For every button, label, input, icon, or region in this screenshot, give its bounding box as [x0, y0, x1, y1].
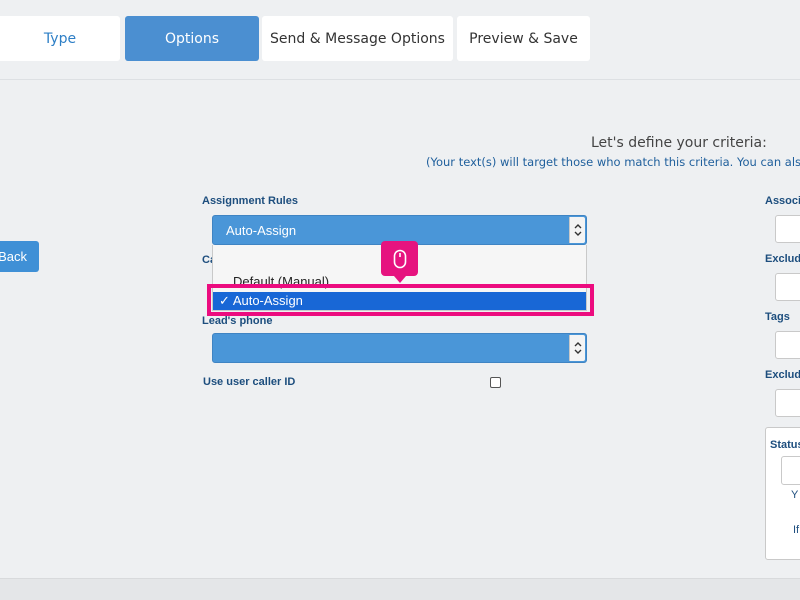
associ-label: Associ — [765, 195, 800, 207]
chevron-updown-icon — [569, 217, 585, 243]
leads-phone-label: Lead's phone — [202, 315, 273, 327]
tab-type[interactable]: Type — [0, 16, 120, 61]
tab-preview-save[interactable]: Preview & Save — [457, 16, 590, 61]
exclude-label-1: Exclud — [765, 253, 800, 265]
mouse-click-icon — [381, 241, 418, 283]
assignment-rules-value: Auto-Assign — [226, 222, 297, 238]
exclude-field-1[interactable] — [775, 273, 800, 301]
assignment-rules-label: Assignment Rules — [202, 195, 298, 207]
status-field[interactable] — [781, 456, 800, 485]
status-panel-text-if: If — [793, 524, 800, 536]
status-panel-text-y: Y — [791, 489, 799, 501]
associ-field[interactable] — [775, 215, 800, 243]
use-caller-id-checkbox[interactable] — [490, 377, 501, 388]
use-caller-id-label: Use user caller ID — [203, 376, 296, 388]
tab-options[interactable]: Options — [125, 16, 259, 61]
selection-highlight — [207, 284, 594, 316]
footer-band — [0, 578, 800, 600]
back-button[interactable]: Back — [0, 241, 39, 272]
criteria-heading: Let's define your criteria: — [591, 135, 767, 151]
status-label: Status — [770, 439, 800, 451]
wizard-tab-bar: Type Options Send & Message Options Prev… — [0, 0, 800, 80]
status-panel: Status Y If — [765, 427, 800, 560]
tab-send-message-options[interactable]: Send & Message Options — [262, 16, 453, 61]
tags-field[interactable] — [775, 331, 800, 359]
leads-phone-select[interactable] — [212, 333, 587, 363]
criteria-subheading: (Your text(s) will target those who matc… — [426, 155, 800, 169]
exclude-field-2[interactable] — [775, 389, 800, 417]
exclude-label-2: Exclud — [765, 369, 800, 381]
tags-label: Tags — [765, 311, 790, 323]
chevron-updown-icon — [569, 335, 585, 361]
